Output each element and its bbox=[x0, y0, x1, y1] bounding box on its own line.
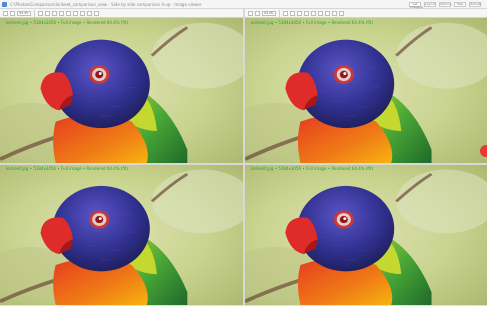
pane-top-left[interactable]: 64.4% lorikeet.jpg • 5184x3456 • Full im… bbox=[0, 9, 243, 163]
grid-button[interactable] bbox=[87, 11, 92, 16]
pane-bottom-right[interactable]: lorikeet.jpg • 5184x3456 • Full image • … bbox=[245, 165, 487, 305]
info-button[interactable] bbox=[318, 11, 323, 16]
fit-button[interactable] bbox=[38, 11, 43, 16]
histogram-button[interactable] bbox=[80, 11, 85, 16]
image-viewer-window: C:\Photos\Comparison\lorikeet_comparison… bbox=[0, 0, 487, 312]
horizontal-splitter[interactable] bbox=[0, 163, 487, 165]
zoom-in-button[interactable] bbox=[10, 11, 15, 16]
pane-bottom-left[interactable]: lorikeet.jpg • 5184x3456 • Full image • … bbox=[0, 165, 243, 305]
zoom-field[interactable]: 64.4% bbox=[262, 11, 276, 16]
lorikeet-photo bbox=[0, 165, 243, 305]
info-button[interactable] bbox=[73, 11, 78, 16]
sync-button[interactable] bbox=[66, 11, 71, 16]
app-icon bbox=[2, 2, 7, 7]
grid-button[interactable] bbox=[332, 11, 337, 16]
toolbar-separator bbox=[34, 10, 35, 17]
pane-toolbar: 64.4% bbox=[0, 9, 243, 18]
flip-button[interactable] bbox=[304, 11, 309, 16]
close-pane-button[interactable] bbox=[94, 11, 99, 16]
image-info-text: lorikeet.jpg • 5184x3456 • Full image • … bbox=[251, 166, 374, 171]
pane-toolbar: 64.4% bbox=[245, 9, 487, 18]
histogram-button[interactable] bbox=[325, 11, 330, 16]
pane-top-right[interactable]: 64.4% lorikeet.jpg • 5184x3456 • Full im… bbox=[245, 9, 487, 163]
get-images-button[interactable]: Get Image(s) bbox=[409, 2, 423, 9]
options-button[interactable]: Options bbox=[439, 2, 452, 7]
refresh-button[interactable]: Refresh bbox=[469, 2, 481, 7]
zoom-out-button[interactable] bbox=[3, 11, 8, 16]
fit-button[interactable] bbox=[283, 11, 288, 16]
layout-button[interactable]: Layout bbox=[424, 2, 436, 7]
lorikeet-photo bbox=[245, 165, 487, 305]
vertical-splitter[interactable] bbox=[243, 9, 245, 312]
help-button[interactable]: Help bbox=[454, 2, 466, 7]
window-toolbar-buttons: Get Image(s) Layout Options Help Refresh bbox=[409, 2, 481, 9]
window-title: C:\Photos\Comparison\lorikeet_comparison… bbox=[10, 2, 202, 7]
close-pane-button[interactable] bbox=[339, 11, 344, 16]
zoom-field[interactable]: 64.4% bbox=[17, 11, 31, 16]
toolbar-separator bbox=[279, 10, 280, 17]
flip-button[interactable] bbox=[59, 11, 64, 16]
status-bar bbox=[0, 305, 487, 312]
rotate-button[interactable] bbox=[297, 11, 302, 16]
actual-size-button[interactable] bbox=[290, 11, 295, 16]
record-indicator-icon[interactable] bbox=[480, 145, 487, 157]
lorikeet-photo bbox=[0, 18, 243, 163]
image-info-text: lorikeet.jpg • 5184x3456 • Full image • … bbox=[251, 20, 374, 25]
sync-button[interactable] bbox=[311, 11, 316, 16]
lorikeet-photo bbox=[245, 18, 487, 163]
title-bar: C:\Photos\Comparison\lorikeet_comparison… bbox=[0, 0, 487, 9]
actual-size-button[interactable] bbox=[45, 11, 50, 16]
zoom-out-button[interactable] bbox=[248, 11, 253, 16]
image-info-text: lorikeet.jpg • 5184x3456 • Full image • … bbox=[6, 20, 129, 25]
zoom-in-button[interactable] bbox=[255, 11, 260, 16]
image-info-text: lorikeet.jpg • 5184x3456 • Full image • … bbox=[6, 166, 129, 171]
rotate-button[interactable] bbox=[52, 11, 57, 16]
